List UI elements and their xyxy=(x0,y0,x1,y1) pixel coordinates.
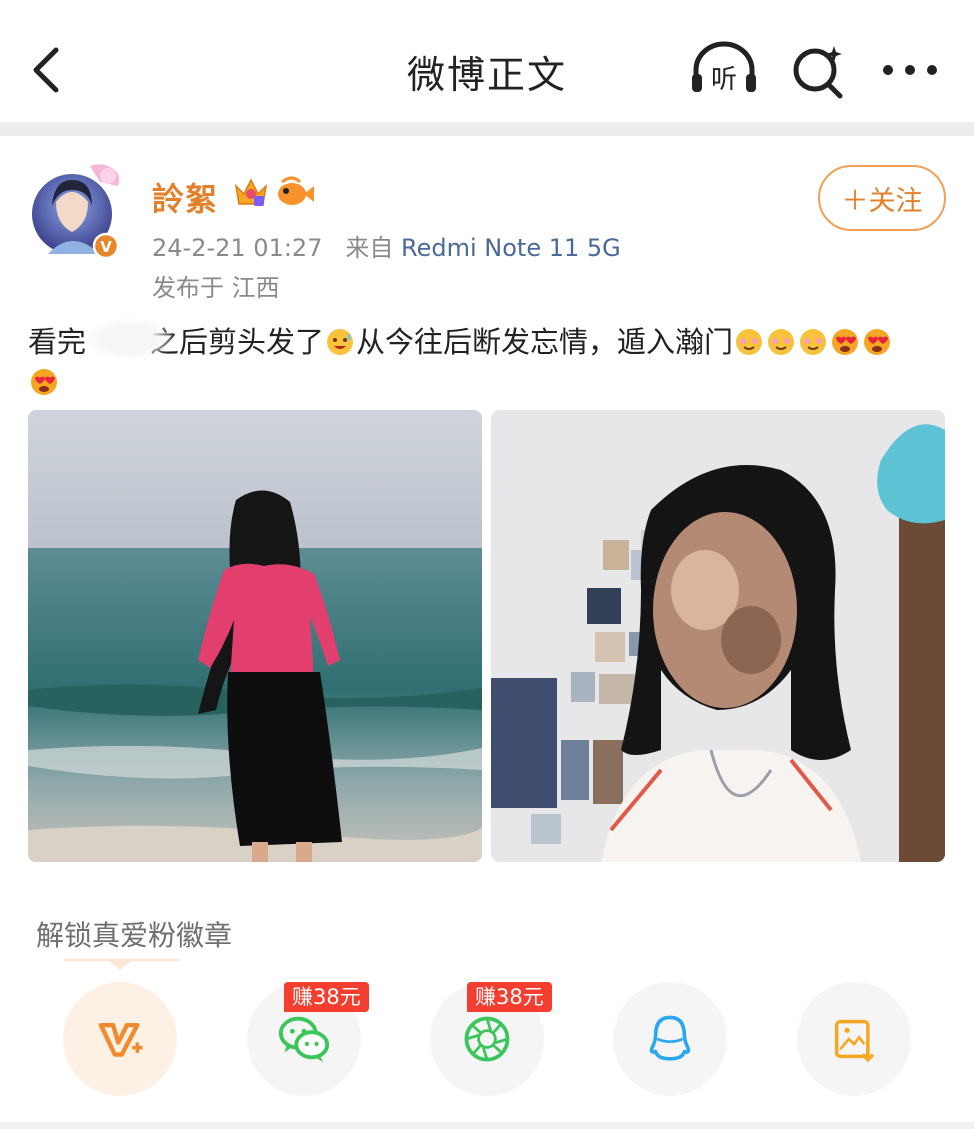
section-divider xyxy=(0,122,974,136)
drool-emoji-icon xyxy=(736,329,763,355)
bottom-divider xyxy=(0,1122,974,1129)
earn-reward-badge: 赚38元 xyxy=(284,982,369,1012)
follow-button[interactable]: ＋关注 xyxy=(818,165,946,231)
vplus-icon xyxy=(98,1022,143,1057)
save-image-icon xyxy=(834,1019,875,1063)
post-text-part: 看完 xyxy=(28,325,87,359)
drool-emoji-icon xyxy=(800,329,827,355)
post-meta: 24-2-21 01:27 来自 Redmi Note 11 5G xyxy=(152,228,621,263)
source-device[interactable]: Redmi Note 11 5G xyxy=(401,234,621,262)
post-text-part: 之后剪头发了 xyxy=(150,325,325,359)
wechat-icon xyxy=(278,1016,330,1063)
search-sparkle-icon[interactable] xyxy=(788,40,850,100)
heart-eyes-emoji-icon xyxy=(832,329,859,355)
save-image-button[interactable] xyxy=(797,982,911,1096)
post-location: 发布于 江西 xyxy=(152,274,280,302)
post-time: 24-2-21 01:27 xyxy=(152,234,323,262)
heart-eyes-emoji-icon xyxy=(31,369,57,395)
listen-icon[interactable]: 听 xyxy=(688,40,760,100)
unlock-indicator-arrow xyxy=(108,960,132,970)
top-navigation-bar: 微博正文 听 xyxy=(0,0,974,122)
source-prefix: 来自 xyxy=(345,234,394,262)
more-options-icon[interactable] xyxy=(878,40,942,100)
vplus-button[interactable] xyxy=(63,982,177,1096)
listen-label: 听 xyxy=(711,65,737,95)
svg-text:V: V xyxy=(100,238,112,256)
qq-icon xyxy=(649,1015,691,1061)
author-name[interactable]: 詅絮 xyxy=(152,174,218,220)
crown-badge-icon[interactable] xyxy=(232,172,270,212)
post-image-room[interactable] xyxy=(491,410,945,862)
drool-emoji-icon xyxy=(768,329,795,355)
fish-badge-icon[interactable] xyxy=(274,174,314,210)
unlock-fan-badge-label[interactable]: 解锁真爱粉徽章 xyxy=(36,914,232,954)
qq-share-button[interactable] xyxy=(613,982,727,1096)
sweat-smile-emoji-icon xyxy=(327,329,354,355)
avatar[interactable]: V xyxy=(30,162,126,262)
moments-icon xyxy=(464,1016,510,1062)
post-text-part: 从今往后断发忘情，遁入瀚门 xyxy=(356,325,734,359)
post-image-beach[interactable] xyxy=(28,410,482,862)
blurred-text-overlay xyxy=(84,318,174,360)
heart-eyes-emoji-icon xyxy=(864,329,891,355)
earn-reward-badge: 赚38元 xyxy=(467,982,552,1012)
